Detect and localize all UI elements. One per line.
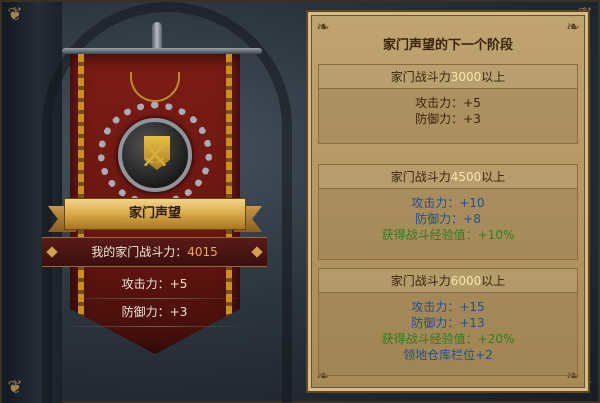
tier-header: 家门战斗力6000以上 bbox=[319, 269, 577, 293]
divider bbox=[60, 326, 250, 327]
family-power-bar: 我的家门战斗力：4015 bbox=[42, 237, 267, 267]
tier-attack: 攻击力：+15 bbox=[411, 300, 485, 314]
tier-header: 家门战斗力3000以上 bbox=[319, 65, 577, 89]
tier-threshold: 3000 bbox=[450, 70, 482, 84]
tier-card: 家门战斗力3000以上 攻击力：+5 防御力：+3 bbox=[318, 64, 578, 144]
corner-ornament-icon: ❦ bbox=[7, 377, 23, 398]
swords-emblem-icon: ⚔ bbox=[139, 135, 171, 175]
tier-threshold: 6000 bbox=[450, 274, 482, 288]
tier-header: 家门战斗力4500以上 bbox=[319, 165, 577, 189]
power-value: 4015 bbox=[187, 245, 218, 259]
tier-card: 家门战斗力6000以上 攻击力：+15 防御力：+13 获得战斗经验值：+20%… bbox=[318, 268, 578, 376]
family-emblem: ⚔ bbox=[118, 118, 192, 192]
tier-card: 家门战斗力4500以上 攻击力：+10 防御力：+8 获得战斗经验值：+10% bbox=[318, 164, 578, 260]
divider bbox=[60, 298, 250, 299]
banner-ornament-icon bbox=[130, 72, 180, 102]
tier-exp-bonus: 获得战斗经验值：+10% bbox=[381, 228, 515, 242]
tier-defense: 防御力：+8 bbox=[415, 212, 481, 226]
tier-defense: 防御力：+3 bbox=[415, 112, 481, 126]
left-attack-stat: 攻击力：+5 bbox=[121, 277, 188, 291]
panel-title: 家门声望的下一个阶段 bbox=[382, 38, 513, 53]
next-stage-panel: ❧ ❧ ❧ ❧ 家门声望的下一个阶段 家门战斗力3000以上 攻击力：+5 防御… bbox=[306, 10, 590, 393]
tier-storage-bonus: 领地仓库栏位+2 bbox=[403, 348, 493, 362]
banner-title: 家门声望 bbox=[64, 198, 246, 230]
left-defense-stat: 防御力：+3 bbox=[121, 305, 188, 319]
flagpole bbox=[62, 48, 262, 54]
tier-defense: 防御力：+13 bbox=[411, 316, 485, 330]
corner-ornament-icon: ❦ bbox=[7, 4, 23, 25]
tier-exp-bonus: 获得战斗经验值：+20% bbox=[381, 332, 515, 346]
power-label: 我的家门战斗力： bbox=[91, 245, 188, 259]
tier-attack: 攻击力：+10 bbox=[411, 196, 485, 210]
tier-threshold: 4500 bbox=[450, 170, 482, 184]
tier-attack: 攻击力：+5 bbox=[415, 96, 481, 110]
